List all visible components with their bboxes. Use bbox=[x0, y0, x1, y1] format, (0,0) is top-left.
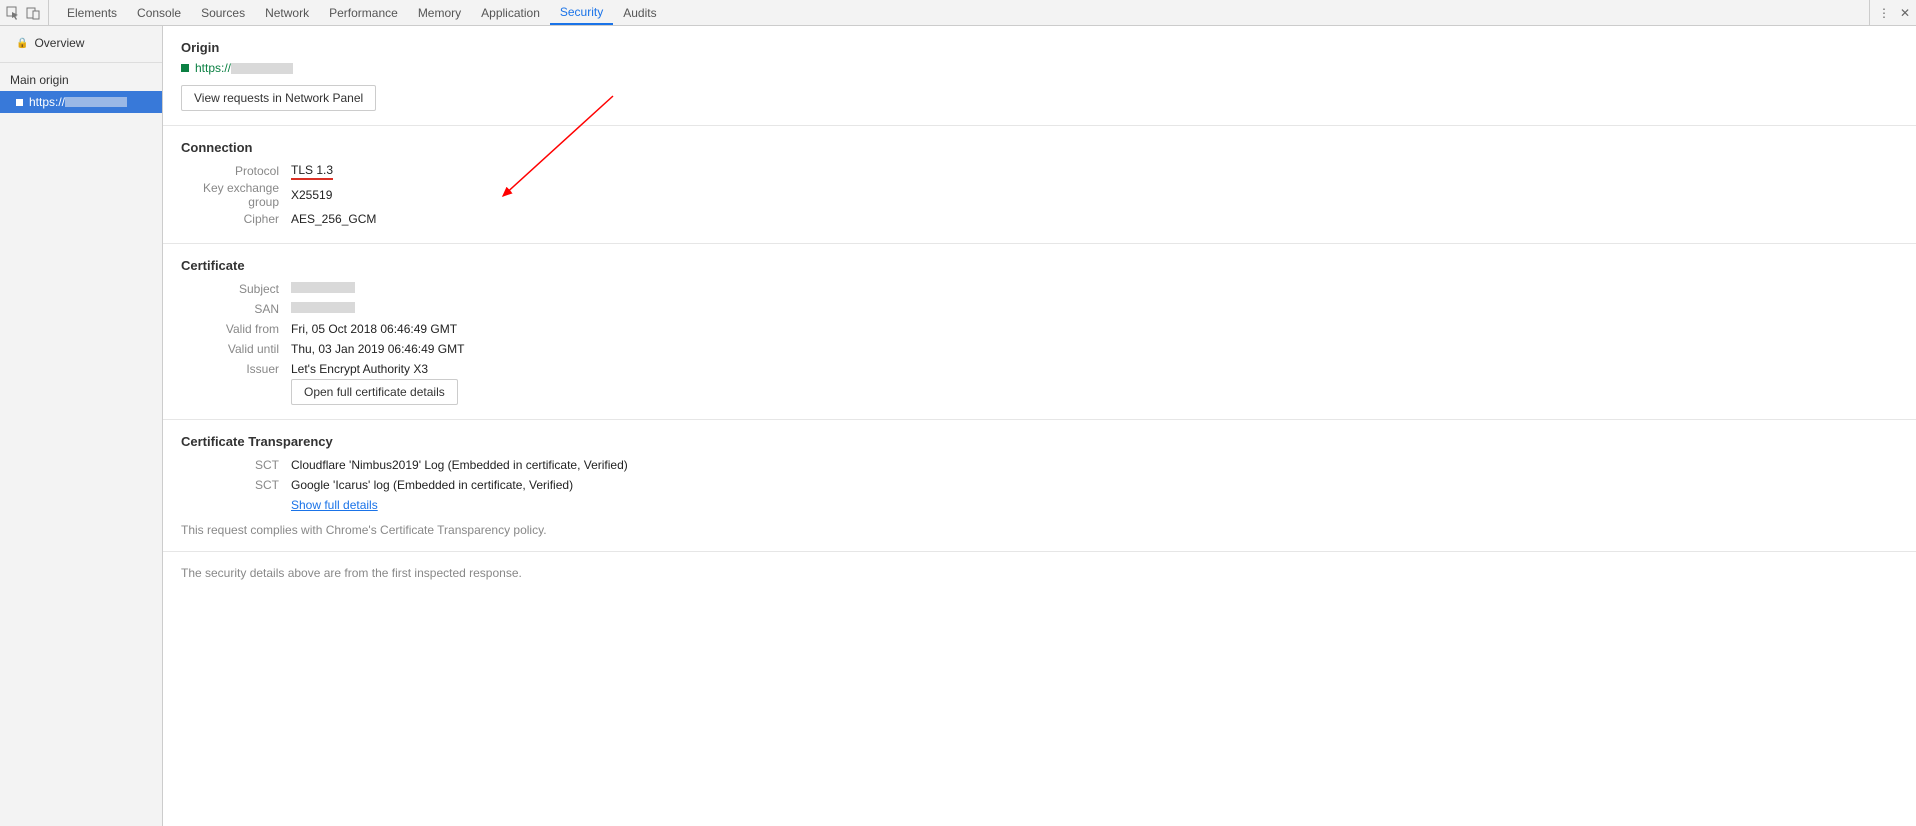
tab-audits[interactable]: Audits bbox=[613, 0, 666, 25]
sidebar-origin-prefix: https:// bbox=[29, 95, 65, 109]
show-full-details-link[interactable]: Show full details bbox=[291, 498, 378, 512]
ct-heading: Certificate Transparency bbox=[181, 434, 1898, 449]
cipher-value: AES_256_GCM bbox=[291, 212, 376, 226]
tab-console[interactable]: Console bbox=[127, 0, 191, 25]
issuer-value: Let's Encrypt Authority X3 bbox=[291, 362, 428, 376]
validuntil-label: Valid until bbox=[181, 342, 291, 356]
certificate-heading: Certificate bbox=[181, 258, 1898, 273]
redacted-origin bbox=[65, 97, 127, 107]
tab-strip: Elements Console Sources Network Perform… bbox=[57, 0, 667, 25]
tab-sources[interactable]: Sources bbox=[191, 0, 255, 25]
content-pane: Origin https:// View requests in Network… bbox=[163, 26, 1916, 826]
issuer-label: Issuer bbox=[181, 362, 291, 376]
tab-elements[interactable]: Elements bbox=[57, 0, 127, 25]
validfrom-value: Fri, 05 Oct 2018 06:46:49 GMT bbox=[291, 322, 457, 336]
connection-heading: Connection bbox=[181, 140, 1898, 155]
sct2-label: SCT bbox=[181, 478, 291, 492]
keyexchange-value: X25519 bbox=[291, 188, 332, 202]
device-toggle-icon[interactable] bbox=[26, 6, 40, 20]
footer-section: The security details above are from the … bbox=[163, 552, 1916, 594]
origin-url-prefix: https:// bbox=[195, 61, 231, 75]
redacted-origin-host bbox=[231, 63, 293, 74]
open-certificate-button[interactable]: Open full certificate details bbox=[291, 379, 458, 405]
tab-security[interactable]: Security bbox=[550, 0, 613, 25]
more-icon[interactable]: ⋮ bbox=[1878, 6, 1890, 20]
cipher-label: Cipher bbox=[181, 212, 291, 226]
footer-text: The security details above are from the … bbox=[181, 566, 1898, 580]
protocol-label: Protocol bbox=[181, 164, 291, 178]
certificate-section: Certificate Subject SAN Valid fromFri, 0… bbox=[163, 244, 1916, 420]
tab-application[interactable]: Application bbox=[471, 0, 550, 25]
lock-icon: 🔒 bbox=[16, 38, 28, 49]
secure-indicator-icon bbox=[181, 64, 189, 72]
inspect-icon[interactable] bbox=[6, 6, 20, 20]
protocol-value: TLS 1.3 bbox=[291, 163, 333, 180]
sidebar-origin-item[interactable]: https:// bbox=[0, 91, 162, 113]
view-requests-button[interactable]: View requests in Network Panel bbox=[181, 85, 376, 111]
redacted-san bbox=[291, 302, 355, 313]
keyexchange-label: Key exchange group bbox=[181, 181, 291, 209]
validfrom-label: Valid from bbox=[181, 322, 291, 336]
sct1-value: Cloudflare 'Nimbus2019' Log (Embedded in… bbox=[291, 458, 628, 472]
redacted-subject bbox=[291, 282, 355, 293]
sct2-value: Google 'Icarus' log (Embedded in certifi… bbox=[291, 478, 573, 492]
ct-compliance-text: This request complies with Chrome's Cert… bbox=[181, 523, 1898, 537]
validuntil-value: Thu, 03 Jan 2019 06:46:49 GMT bbox=[291, 342, 464, 356]
origin-heading: Origin bbox=[181, 40, 1898, 55]
sidebar-overview[interactable]: 🔒 Overview bbox=[0, 32, 162, 54]
sct1-label: SCT bbox=[181, 458, 291, 472]
tab-performance[interactable]: Performance bbox=[319, 0, 408, 25]
close-icon[interactable]: ✕ bbox=[1900, 6, 1910, 20]
subject-label: Subject bbox=[181, 282, 291, 296]
connection-section: Connection ProtocolTLS 1.3 Key exchange … bbox=[163, 126, 1916, 244]
ct-section: Certificate Transparency SCTCloudflare '… bbox=[163, 420, 1916, 552]
tab-network[interactable]: Network bbox=[255, 0, 319, 25]
origin-section: Origin https:// View requests in Network… bbox=[163, 26, 1916, 126]
san-label: SAN bbox=[181, 302, 291, 316]
secure-indicator-icon bbox=[16, 99, 23, 106]
sidebar-overview-label: Overview bbox=[34, 36, 84, 50]
devtools-tabbar: Elements Console Sources Network Perform… bbox=[0, 0, 1916, 26]
tab-memory[interactable]: Memory bbox=[408, 0, 471, 25]
sidebar-main-origin-heading: Main origin bbox=[0, 69, 162, 91]
sidebar: 🔒 Overview Main origin https:// bbox=[0, 26, 163, 826]
